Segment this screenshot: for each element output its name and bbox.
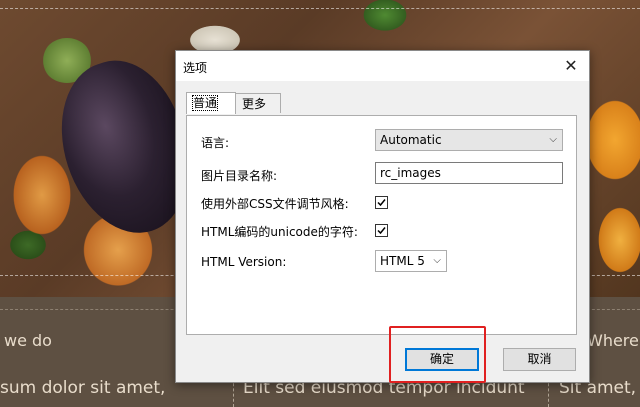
dialog-titlebar[interactable]: 选项 ✕ bbox=[176, 51, 589, 81]
unicode-checkbox[interactable] bbox=[375, 224, 388, 237]
image-dir-label: 图片目录名称: bbox=[201, 169, 278, 183]
bg-left-text: sum dolor sit amet, bbox=[0, 378, 166, 398]
bg-right-heading: Where bbox=[587, 331, 639, 350]
external-css-label: 使用外部CSS文件调节风格: bbox=[201, 197, 349, 211]
bg-left-heading: we do bbox=[4, 331, 52, 350]
close-icon[interactable]: ✕ bbox=[561, 56, 581, 76]
image-dir-input[interactable] bbox=[375, 162, 563, 184]
options-dialog: 选项 ✕ 普通 更多 语言: Automatic ⌵ 图片目录名称: 使用外部C… bbox=[175, 50, 590, 383]
general-panel: 语言: Automatic ⌵ 图片目录名称: 使用外部CSS文件调节风格: H… bbox=[186, 115, 577, 335]
language-select[interactable]: Automatic ⌵ bbox=[375, 129, 563, 151]
chevron-down-icon: ⌵ bbox=[433, 255, 441, 266]
check-icon bbox=[377, 227, 386, 235]
language-label: 语言: bbox=[201, 136, 230, 150]
language-select-value: Automatic bbox=[380, 133, 442, 147]
chevron-down-icon: ⌵ bbox=[549, 134, 557, 145]
tab-general[interactable]: 普通 bbox=[186, 92, 236, 114]
tab-more[interactable]: 更多 bbox=[236, 93, 281, 113]
html-version-select[interactable]: HTML 5 ⌵ bbox=[375, 250, 447, 272]
highlight-box bbox=[389, 326, 486, 383]
stitch-line-top bbox=[0, 8, 640, 9]
tab-general-label: 普通 bbox=[191, 95, 219, 111]
external-css-checkbox[interactable] bbox=[375, 196, 388, 209]
cancel-button[interactable]: 取消 bbox=[503, 348, 576, 371]
unicode-label: HTML编码的unicode的字符: bbox=[201, 225, 358, 239]
check-icon bbox=[377, 199, 386, 207]
html-version-select-value: HTML 5 bbox=[380, 254, 425, 268]
dialog-title: 选项 bbox=[183, 61, 208, 75]
tab-more-label: 更多 bbox=[242, 97, 267, 111]
html-version-label: HTML Version: bbox=[201, 255, 287, 269]
